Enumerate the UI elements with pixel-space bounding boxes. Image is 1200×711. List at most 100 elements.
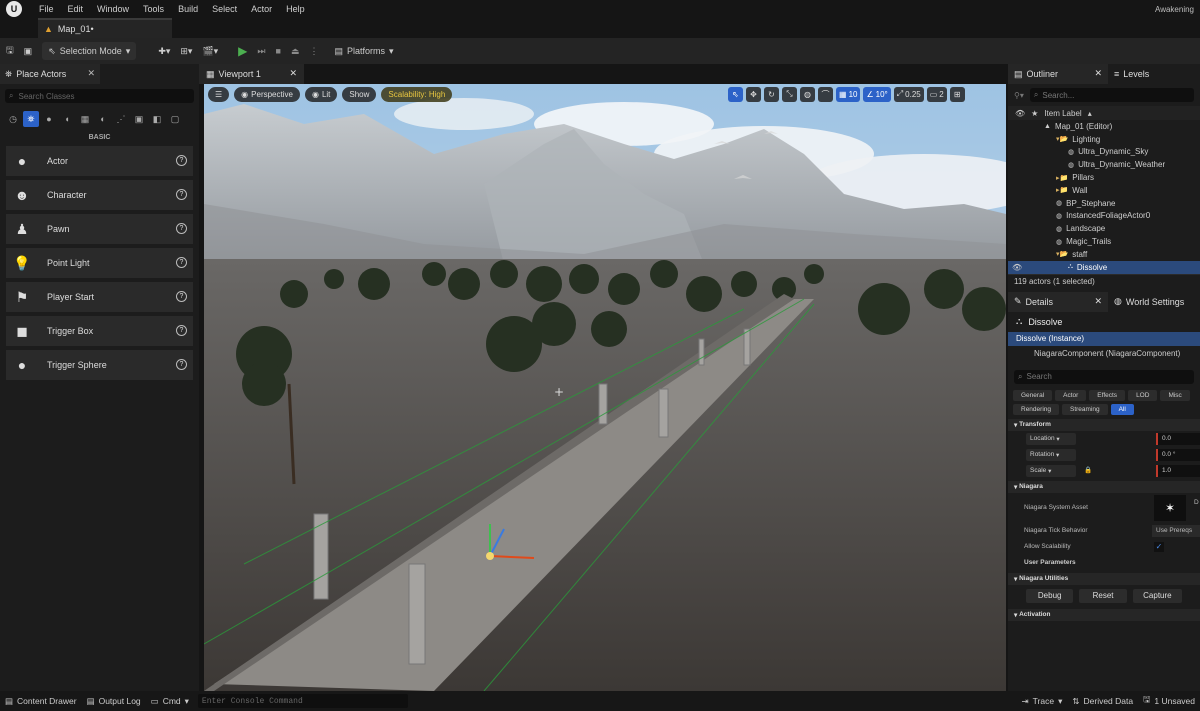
outliner-row[interactable]: ▸📁 Wall: [1008, 184, 1200, 197]
visual-effects-icon[interactable]: ◐: [95, 111, 111, 127]
user-parameters-row[interactable]: User Parameters: [1008, 555, 1200, 571]
step-icon[interactable]: ⏭: [257, 41, 265, 61]
filter-all[interactable]: All: [1110, 403, 1134, 415]
search-classes-input[interactable]: ⌕ Search Classes: [5, 89, 194, 103]
outliner-row[interactable]: ▲ Map_01 (Editor): [1008, 120, 1200, 133]
filter-icon[interactable]: ⚲▾: [1014, 91, 1024, 100]
capture-button[interactable]: Capture: [1132, 588, 1183, 603]
outliner-column-header[interactable]: 👁 ★ Item Label ▴: [1008, 106, 1200, 120]
details-instance-row[interactable]: Dissolve (Instance): [1008, 331, 1200, 346]
menu-file[interactable]: File: [32, 4, 61, 14]
rotation-dropdown[interactable]: Rotation ▾: [1026, 448, 1076, 461]
outliner-row[interactable]: ◍ Landscape: [1008, 222, 1200, 235]
surface-snap-icon[interactable]: ⌒: [818, 86, 833, 102]
menu-edit[interactable]: Edit: [61, 4, 91, 14]
maximize-viewport-icon[interactable]: ⊞: [949, 86, 965, 102]
menu-select[interactable]: Select: [205, 4, 244, 14]
tick-behavior-dropdown[interactable]: Use Prereqs: [1152, 524, 1200, 537]
rotate-tool-icon[interactable]: ↻: [764, 86, 779, 102]
save-icon[interactable]: 🖫: [6, 41, 14, 61]
tab-levels[interactable]: ≡ Levels: [1108, 64, 1155, 84]
trace-button[interactable]: ⇥ Trace ▾: [1017, 691, 1068, 711]
lights-icon[interactable]: ●: [41, 111, 57, 127]
volumes-icon[interactable]: ⋰: [113, 111, 129, 127]
outliner-row[interactable]: ▸📁 Pillars: [1008, 171, 1200, 184]
scale-dropdown[interactable]: Scale ▾: [1026, 464, 1076, 477]
actor-item[interactable]: ◼ Trigger Box?: [6, 316, 193, 346]
help-icon[interactable]: ?: [176, 223, 187, 234]
grid-snap-button[interactable]: ▦ 10: [836, 86, 861, 102]
add-actor-icon[interactable]: ✚▾: [158, 41, 170, 61]
close-icon[interactable]: ✕: [1094, 296, 1102, 307]
outliner-search-input[interactable]: ⌕ Search...: [1029, 88, 1194, 102]
allow-scalability-checkbox[interactable]: ✓: [1154, 541, 1164, 552]
outliner-row[interactable]: ◍ Magic_Trails: [1008, 235, 1200, 248]
outliner-row[interactable]: ◍ Ultra_Dynamic_Weather: [1008, 158, 1200, 171]
menu-help[interactable]: Help: [279, 4, 312, 14]
lock-icon[interactable]: 🔒: [1084, 466, 1092, 474]
actor-item[interactable]: ♟ Pawn?: [6, 214, 193, 244]
details-component-row[interactable]: NiagaraComponent (NiagaraComponent): [1008, 346, 1200, 362]
location-x-field[interactable]: 0.0: [1156, 432, 1200, 445]
scalability-button[interactable]: Scalability: High: [381, 86, 453, 102]
rotation-x-field[interactable]: 0.0 °: [1156, 448, 1200, 461]
derived-data-button[interactable]: ⇅ Derived Data: [1067, 691, 1138, 711]
camera-speed-button[interactable]: ▭ 2: [926, 86, 947, 102]
scale-tool-icon[interactable]: ⤡: [782, 86, 797, 102]
section-activation[interactable]: ▾ Activation: [1008, 608, 1200, 621]
cinematics-icon[interactable]: 🎬▾: [202, 41, 218, 61]
menu-tools[interactable]: Tools: [136, 4, 171, 14]
viewport-menu-button[interactable]: ☰: [208, 86, 230, 102]
lit-button[interactable]: ◉ Lit: [304, 86, 338, 102]
tab-viewport[interactable]: ▦ Viewport 1 ✕: [199, 64, 304, 84]
content-drawer-button[interactable]: ▤ Content Drawer: [0, 691, 82, 711]
blueprint-icon[interactable]: ⊞▾: [180, 41, 192, 61]
section-niagara[interactable]: ▾ Niagara: [1008, 480, 1200, 493]
help-icon[interactable]: ?: [176, 155, 187, 166]
menu-actor[interactable]: Actor: [244, 4, 279, 14]
console-command-input[interactable]: Enter Console Command: [197, 694, 408, 708]
tab-details[interactable]: ✎ Details ✕: [1008, 291, 1108, 312]
filter-misc[interactable]: Misc: [1160, 389, 1190, 401]
tab-outliner[interactable]: ▤ Outliner ✕: [1008, 64, 1108, 84]
eject-icon[interactable]: ⏏: [291, 41, 300, 61]
perspective-button[interactable]: ◉ Perspective: [234, 86, 300, 102]
scale-x-field[interactable]: 1.0: [1156, 464, 1200, 477]
menu-build[interactable]: Build: [171, 4, 205, 14]
filter-lod[interactable]: LOD: [1128, 389, 1158, 401]
recent-icon[interactable]: ◷: [5, 111, 21, 127]
shapes-icon[interactable]: ◖: [59, 111, 75, 127]
tab-map[interactable]: ▲ Map_01•: [38, 18, 172, 38]
filter-streaming[interactable]: Streaming: [1062, 403, 1108, 415]
actor-item[interactable]: ● Actor?: [6, 146, 193, 176]
help-icon[interactable]: ?: [176, 257, 187, 268]
visibility-icon[interactable]: 👁: [1008, 263, 1022, 272]
outliner-row[interactable]: 👁 ⛬ Dissolve: [1008, 260, 1200, 274]
help-icon[interactable]: ?: [176, 291, 187, 302]
filter-general[interactable]: General: [1013, 389, 1053, 401]
rotation-snap-button[interactable]: ∠ 10°: [863, 86, 891, 102]
tab-place-actors[interactable]: ⛯ Place Actors ✕: [0, 64, 100, 84]
filter-effects[interactable]: Effects: [1089, 389, 1126, 401]
misc-icon[interactable]: ▢: [167, 111, 183, 127]
browse-icon[interactable]: ▣: [24, 41, 33, 61]
location-dropdown[interactable]: Location ▾: [1026, 432, 1076, 445]
filter-actor[interactable]: Actor: [1055, 389, 1087, 401]
details-search-input[interactable]: ⌕ Search: [1014, 369, 1194, 384]
menu-window[interactable]: Window: [90, 4, 136, 14]
basic-category-icon[interactable]: ⛯: [23, 111, 39, 127]
reset-button[interactable]: Reset: [1079, 588, 1127, 603]
outliner-row[interactable]: ▾📂 staff: [1008, 248, 1200, 261]
help-icon[interactable]: ?: [176, 359, 187, 370]
sparkle-thumbnail-icon[interactable]: ✶: [1154, 494, 1186, 521]
actor-item[interactable]: ☻ Character?: [6, 180, 193, 210]
help-icon[interactable]: ?: [176, 325, 187, 336]
outliner-row[interactable]: ◍ Ultra_Dynamic_Sky: [1008, 146, 1200, 159]
all-classes-icon[interactable]: ▣: [131, 111, 147, 127]
geometry-icon[interactable]: ◧: [149, 111, 165, 127]
translate-tool-icon[interactable]: ✥: [746, 86, 761, 102]
cmd-dropdown[interactable]: ▭ Cmd ▾: [146, 691, 194, 711]
platforms-button[interactable]: ▤ Platforms ▾: [334, 41, 393, 61]
output-log-button[interactable]: ▤ Output Log: [82, 691, 146, 711]
close-icon[interactable]: ✕: [87, 68, 95, 79]
